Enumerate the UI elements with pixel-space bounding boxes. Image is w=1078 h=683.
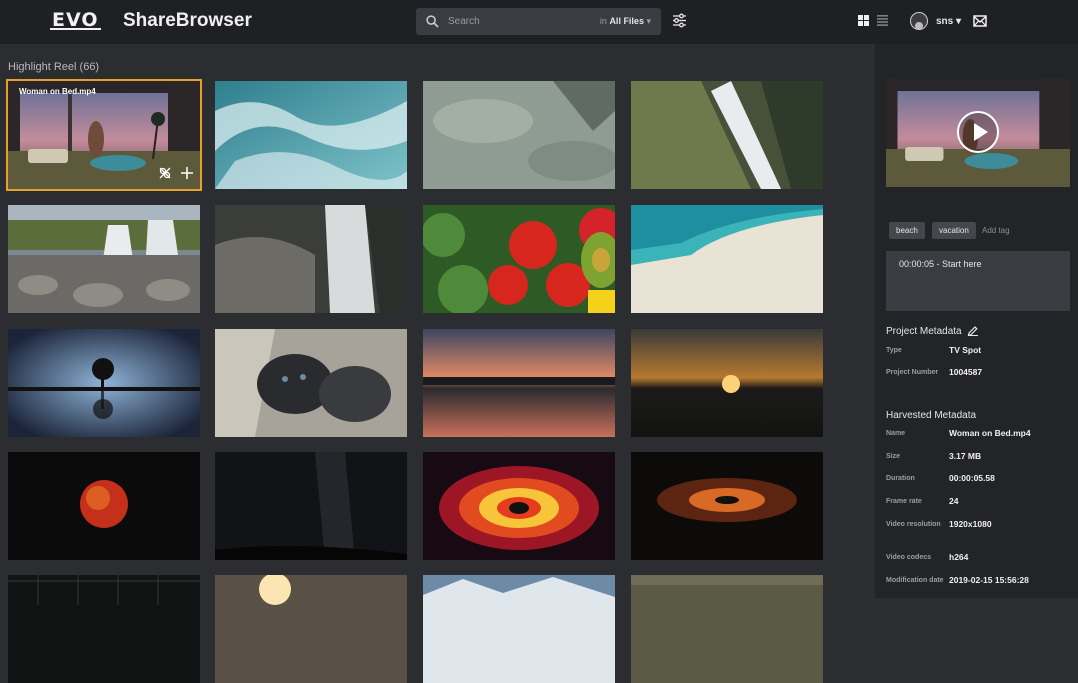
thumbnail-field[interactable] [631,575,823,683]
scope-prefix: in [599,16,607,26]
metadata-value: 3.17 MB [949,451,982,461]
metadata-label: Project Number [886,369,939,376]
harvested-metadata-title: Harvested Metadata [886,410,977,421]
thumbnail-sunburst[interactable] [215,575,407,683]
metadata-label: Name [886,430,906,437]
search-bar[interactable]: Search in All Files ▾ [416,8,661,35]
thumbnail-beach-aerial[interactable] [631,205,823,313]
thumbnail-image [8,81,200,189]
thumbnail-aerial-waterfall[interactable] [631,81,823,189]
grid-view-icon[interactable] [858,15,869,26]
thumbnail-lake-sunset[interactable] [423,329,615,437]
user-name: sns [936,16,954,27]
chevron-down-icon: ▾ [646,16,651,26]
thumbnail-red-planet[interactable] [8,452,200,560]
thumbnail-grid-lines[interactable] [8,575,200,683]
search-input[interactable]: Search [448,16,600,27]
thumbnail-ocean-waves[interactable] [215,81,407,189]
add-tag-input[interactable]: Add tag [982,226,1010,235]
thumbnail-tree-reflection[interactable] [8,329,200,437]
metadata-label: Size [886,453,901,460]
metadata-value: h264 [949,552,969,562]
metadata-value: TV Spot [949,345,982,355]
reel-title: Highlight Reel (66) [8,61,100,73]
search-icon [426,15,439,28]
thumbnail-waterfall-closeup[interactable] [215,205,407,313]
metadata-value: Woman on Bed.mp4 [949,428,1031,438]
link-clip-icon[interactable] [159,167,171,179]
thumbnail-mountains[interactable] [423,575,615,683]
edit-pencil-icon[interactable] [967,324,979,336]
metadata-label: Video resolution [886,521,941,528]
evo-logo[interactable]: EVO [50,9,101,31]
thumbnail-vegetables[interactable] [423,205,615,313]
user-avatar-icon[interactable] [910,12,928,30]
metadata-value: 2019-02-15 15:56:28 [949,575,1029,585]
metadata-label: Type [886,347,902,354]
notes-box[interactable]: 00:00:05 - Start here [886,251,1070,311]
thumbnail-galaxy-rings[interactable] [423,452,615,560]
thumbnail-spiral-galaxy[interactable] [631,452,823,560]
metadata-value: 1004587 [949,367,983,377]
thumbnail-clear-water[interactable] [423,81,615,189]
user-menu[interactable]: sns ▾ [936,16,961,27]
add-icon[interactable] [181,167,193,179]
play-icon[interactable] [957,111,999,153]
filter-sliders-icon[interactable] [672,13,687,28]
thumbnail-woman-on-bed[interactable]: Woman on Bed.mp4 [6,79,202,191]
project-metadata-title: Project Metadata [886,326,962,337]
metadata-label: Video codecs [886,554,932,561]
list-view-icon[interactable] [877,15,888,26]
chevron-down-icon: ▾ [956,16,962,27]
logo-text: EVO [50,9,101,31]
search-scope-dropdown[interactable]: in All Files ▾ [600,16,651,27]
scope-value: All Files [609,16,644,26]
thumbnail-label: Woman on Bed.mp4 [19,87,96,96]
metadata-value: 1920x1080 [949,519,992,529]
thumbnail-kittens[interactable] [215,329,407,437]
metadata-label: Frame rate [886,498,922,505]
tag-beach[interactable]: beach [889,222,925,239]
tag-vacation[interactable]: vacation [932,222,976,239]
mail-icon[interactable] [973,15,987,27]
metadata-label: Duration [886,475,915,482]
thumbnail-milky-way[interactable] [215,452,407,560]
thumbnail-sunset-silhouette[interactable] [631,329,823,437]
thumbnail-rocky-waterfall[interactable] [8,205,200,313]
app-title: ShareBrowser [123,10,252,31]
metadata-value: 24 [949,496,959,506]
note-text: 00:00:05 - Start here [899,259,982,269]
metadata-value: 00:00:05.58 [949,473,995,483]
metadata-label: Modification date [886,577,944,584]
top-bar: EVO ShareBrowser Search in All Files ▾ s… [0,0,1078,44]
